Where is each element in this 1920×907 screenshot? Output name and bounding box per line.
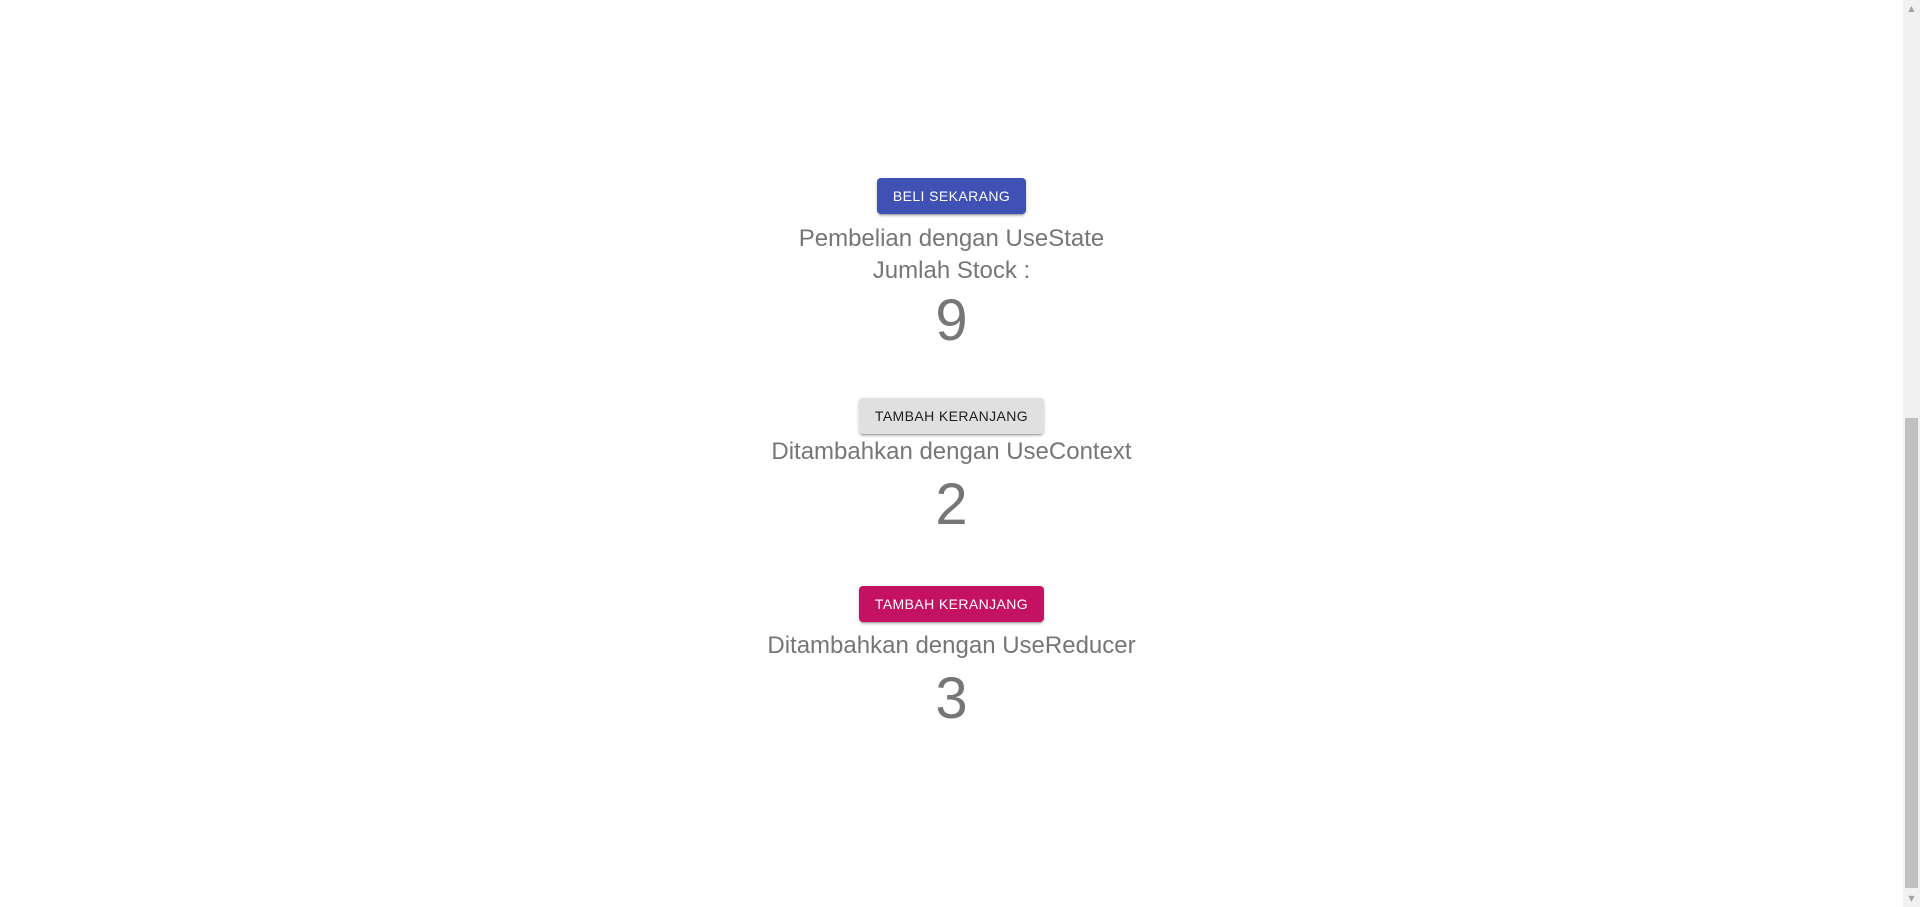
usecontext-value: 2 (935, 472, 968, 537)
scrollbar-thumb[interactable] (1905, 418, 1918, 888)
scroll-up-arrow-icon[interactable]: ▲ (1903, 0, 1920, 17)
stock-label: Jumlah Stock : (872, 257, 1031, 284)
page: BELI SEKARANG Pembelian dengan UseState … (0, 0, 1920, 907)
tambah-keranjang-context-button[interactable]: TAMBAH KERANJANG (858, 398, 1045, 434)
usestate-section: BELI SEKARANG Pembelian dengan UseState … (0, 178, 1903, 354)
tambah-keranjang-reducer-button[interactable]: TAMBAH KERANJANG (858, 586, 1045, 622)
vertical-scrollbar[interactable]: ▲ ▼ (1903, 0, 1920, 907)
usereducer-value: 3 (935, 666, 968, 731)
beli-sekarang-button[interactable]: BELI SEKARANG (876, 178, 1027, 214)
usereducer-title: Ditambahkan dengan UseReducer (767, 632, 1136, 659)
usecontext-title: Ditambahkan dengan UseContext (771, 438, 1132, 465)
scroll-down-arrow-icon[interactable]: ▼ (1903, 890, 1920, 907)
stock-value: 9 (935, 288, 968, 353)
usereducer-section: TAMBAH KERANJANG Ditambahkan dengan UseR… (0, 586, 1903, 732)
usestate-title: Pembelian dengan UseState (798, 225, 1105, 252)
main-content: BELI SEKARANG Pembelian dengan UseState … (0, 0, 1903, 907)
usecontext-section: TAMBAH KERANJANG Ditambahkan dengan UseC… (0, 398, 1903, 538)
